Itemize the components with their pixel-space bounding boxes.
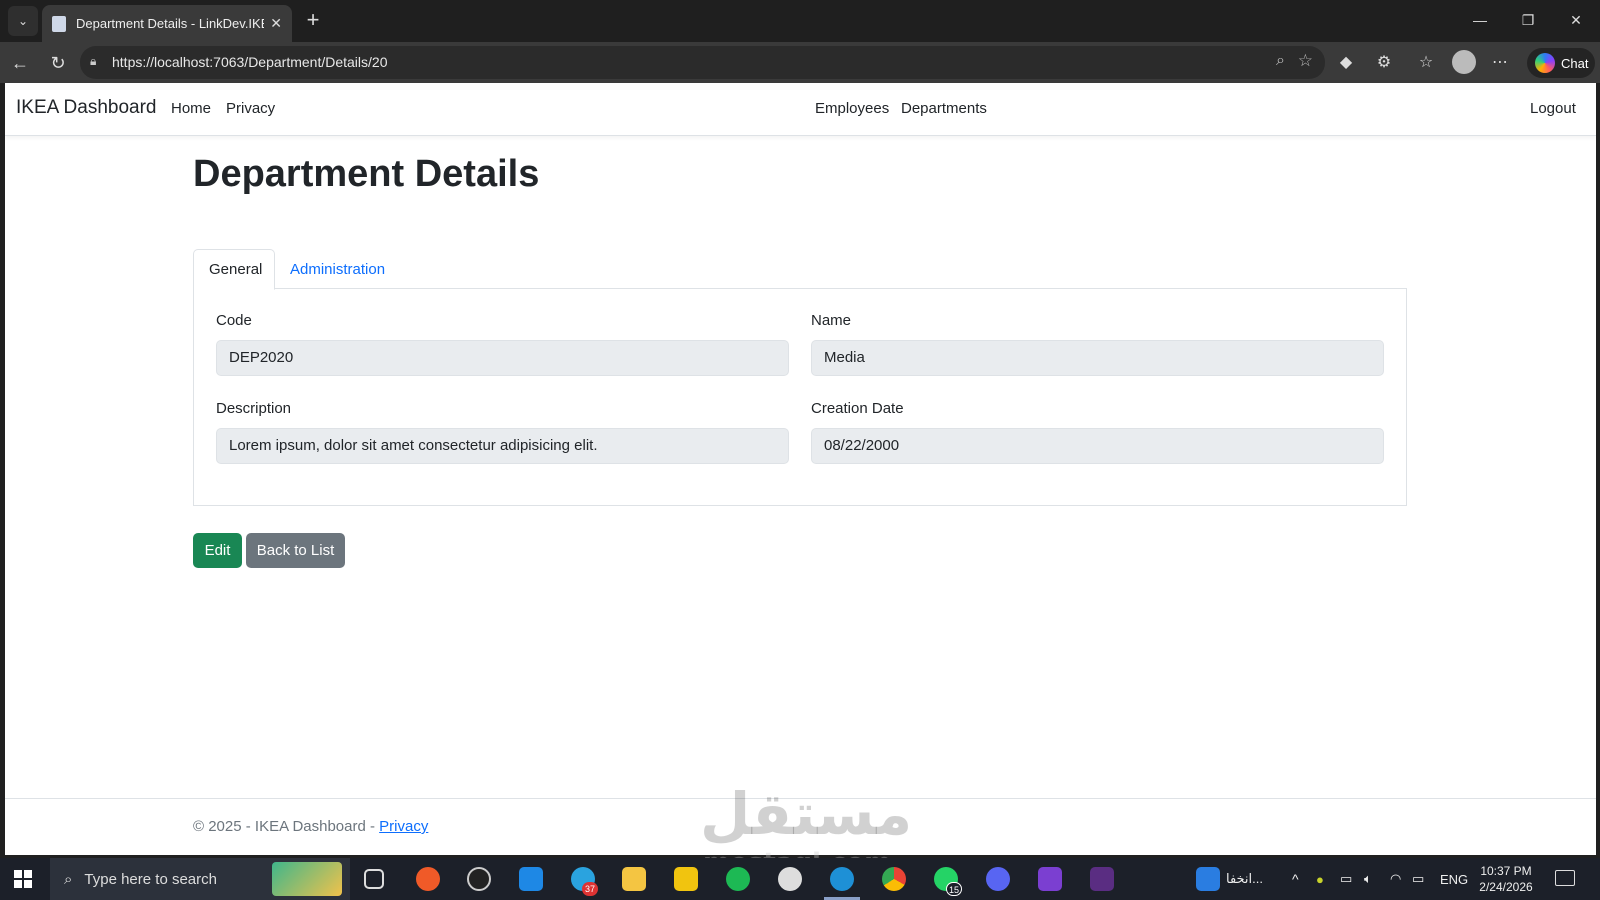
sticky-notes-icon[interactable] <box>674 867 698 891</box>
tab-general[interactable]: General <box>193 249 275 290</box>
creation-date-field[interactable]: 08/22/2000 <box>811 428 1384 464</box>
copilot-chat-button[interactable]: Chat <box>1527 48 1595 78</box>
battery-icon[interactable]: ▭ <box>1412 858 1424 900</box>
zoom-icon[interactable]: ⌕ <box>1276 52 1285 70</box>
page-viewport: IKEA Dashboard Home Privacy Employees De… <box>5 83 1596 855</box>
chrome-icon[interactable] <box>882 867 906 891</box>
extensions-puzzle-icon[interactable]: ⚙ <box>1372 51 1396 75</box>
clock-date: 2/24/2026 <box>1479 880 1533 894</box>
address-bar[interactable]: 🔒︎ https://localhost:7063/Department/Det… <box>80 46 1325 79</box>
terminal-icon[interactable] <box>1090 867 1114 891</box>
volume-icon[interactable]: 🔈︎ <box>1364 858 1372 900</box>
tab-list-chevron-icon[interactable]: ⌄ <box>8 6 38 36</box>
nav-home[interactable]: Home <box>171 100 211 117</box>
vscode-icon[interactable] <box>519 867 543 891</box>
nav-privacy[interactable]: Privacy <box>226 100 275 117</box>
tab-close-icon[interactable]: ✕ <box>270 15 282 32</box>
details-tabs: General Administration <box>193 249 1407 290</box>
site-navbar: IKEA Dashboard Home Privacy Employees De… <box>5 83 1596 136</box>
name-label: Name <box>811 312 852 329</box>
windows-taskbar: ⌕ Type here to search 37 15 انخفا... ^ ●… <box>0 858 1600 900</box>
new-tab-button[interactable]: + <box>300 8 326 34</box>
copilot-icon <box>1535 53 1555 73</box>
notification-center-icon[interactable] <box>1555 870 1575 886</box>
nav-employees[interactable]: Employees <box>815 100 889 117</box>
reload-icon[interactable]: ↻ <box>46 51 70 75</box>
search-icon: ⌕ <box>64 870 73 888</box>
taskbar-clock[interactable]: 10:37 PM 2/24/2026 <box>1474 863 1538 895</box>
footer-text: © 2025 - IKEA Dashboard - Privacy <box>193 818 428 835</box>
browser-tab[interactable]: Department Details - LinkDev.IKEA ✕ <box>42 5 292 42</box>
discord-icon[interactable] <box>986 867 1010 891</box>
telegram-badge: 37 <box>582 882 598 896</box>
back-to-list-button[interactable]: Back to List <box>246 533 345 568</box>
page-title: Department Details <box>193 153 540 195</box>
language-indicator[interactable]: ENG <box>1440 858 1468 900</box>
edit-button[interactable]: Edit <box>193 533 242 568</box>
creation-date-label: Creation Date <box>811 400 904 417</box>
tab-administration[interactable]: Administration <box>275 249 400 289</box>
name-field[interactable]: Media <box>811 340 1384 376</box>
postman-icon[interactable] <box>416 867 440 891</box>
favorites-icon[interactable]: ☆ <box>1414 51 1438 75</box>
restore-button[interactable]: ❐ <box>1504 0 1552 40</box>
footer-copyright: © 2025 - IKEA Dashboard - <box>193 818 380 835</box>
browser-tab-bar: ⌄ Department Details - LinkDev.IKEA ✕ + … <box>0 0 1600 42</box>
clock-time: 10:37 PM <box>1480 864 1532 878</box>
more-menu-icon[interactable]: ⋯ <box>1488 51 1512 75</box>
tray-app-icon[interactable]: ● <box>1316 858 1324 900</box>
edge-icon[interactable] <box>830 867 854 891</box>
back-arrow-icon[interactable]: ← <box>8 51 32 75</box>
news-widget-text[interactable]: انخفا... <box>1226 858 1263 900</box>
url-text[interactable]: https://localhost:7063/Department/Detail… <box>112 54 388 70</box>
settings-gear-icon[interactable] <box>778 867 802 891</box>
visual-studio-icon[interactable] <box>1038 867 1062 891</box>
description-field[interactable]: Lorem ipsum, dolor sit amet consectetur … <box>216 428 789 464</box>
code-label: Code <box>216 312 252 329</box>
file-explorer-icon[interactable] <box>622 867 646 891</box>
minimize-button[interactable]: — <box>1456 0 1504 40</box>
windows-start-icon[interactable] <box>14 870 32 888</box>
tab-title: Department Details - LinkDev.IKEA <box>76 16 265 31</box>
watermark-logo: مستقل <box>700 780 913 848</box>
lock-icon[interactable]: 🔒︎ <box>90 54 104 70</box>
page-favicon-icon <box>52 15 66 32</box>
nav-departments[interactable]: Departments <box>901 100 987 117</box>
taskbar-search[interactable]: ⌕ Type here to search <box>50 858 350 900</box>
news-widget-icon[interactable] <box>1196 867 1220 891</box>
search-highlight-image <box>272 862 342 896</box>
code-field[interactable]: DEP2020 <box>216 340 789 376</box>
app-icon[interactable] <box>467 867 491 891</box>
window-controls: — ❐ ✕ <box>1456 0 1600 40</box>
task-view-icon[interactable] <box>364 869 384 889</box>
profile-avatar[interactable] <box>1452 50 1476 74</box>
general-tab-panel: Code DEP2020 Name Media Description Lore… <box>193 288 1407 506</box>
extension-colorful-icon[interactable]: ◆ <box>1334 51 1358 75</box>
chat-label: Chat <box>1561 55 1589 71</box>
close-window-button[interactable]: ✕ <box>1552 0 1600 40</box>
nav-logout[interactable]: Logout <box>1530 100 1576 117</box>
search-placeholder: Type here to search <box>84 870 217 888</box>
wifi-icon[interactable]: ◠ <box>1390 858 1401 900</box>
description-label: Description <box>216 400 292 417</box>
footer-privacy-link[interactable]: Privacy <box>379 818 428 835</box>
brand-link[interactable]: IKEA Dashboard <box>16 97 156 119</box>
browser-toolbar: ← ↻ 🔒︎ https://localhost:7063/Department… <box>0 42 1600 83</box>
spotify-icon[interactable] <box>726 867 750 891</box>
tray-chevron-icon[interactable]: ^ <box>1292 858 1299 900</box>
whatsapp-badge: 15 <box>946 882 962 896</box>
favorite-star-icon[interactable]: ☆ <box>1298 51 1313 71</box>
meet-now-icon[interactable]: ▭ <box>1340 858 1352 900</box>
